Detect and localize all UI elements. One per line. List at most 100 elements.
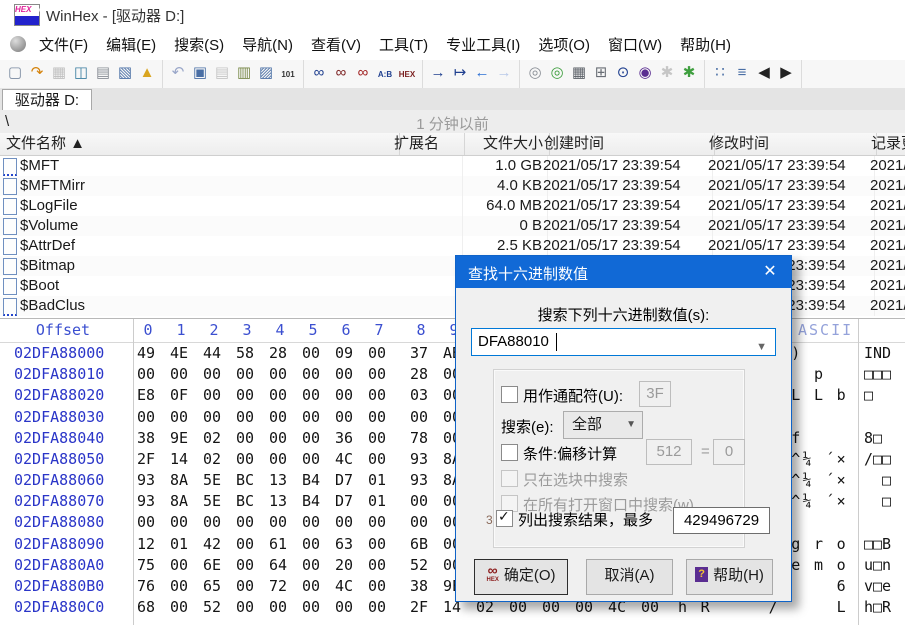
hex-byte: 00: [269, 512, 293, 533]
find-replace-icon: ∞: [336, 64, 347, 81]
open-disk-icon: ◎: [528, 64, 541, 81]
new-file-icon: ▢: [8, 64, 22, 81]
menu-item-9[interactable]: 帮助(H): [671, 28, 740, 60]
hex-byte: 00: [236, 449, 260, 470]
file-row-$MFTMirr[interactable]: $MFTMirr4.0 KB2021/05/17 23:39:542021/05…: [0, 176, 905, 196]
hex-byte: 37: [410, 343, 434, 364]
toolbar-copy-button[interactable]: ▣: [189, 62, 211, 84]
ok-button[interactable]: ∞HEX确定(O): [474, 559, 568, 595]
toolbar-clipboard-paste-button[interactable]: ▥: [233, 62, 255, 84]
hex-byte: 01: [368, 491, 392, 512]
hex-offset: 02DFA880C0: [14, 597, 104, 618]
toolbar-viewer-button[interactable]: ⊙: [612, 62, 634, 84]
toolbar-edit-properties-button[interactable]: ▧: [114, 62, 136, 84]
tab-drive-d[interactable]: 驱动器 D:: [2, 89, 92, 111]
column-header-0[interactable]: 文件名称 ▲: [0, 133, 400, 155]
condition-checkbox[interactable]: [501, 444, 518, 461]
hex-byte: D7: [335, 491, 359, 512]
toolbar-save-as-button[interactable]: ◫: [70, 62, 92, 84]
file-row-$MFT[interactable]: $MFT1.0 GB2021/05/17 23:39:542021/05/17 …: [0, 156, 905, 176]
menu-item-0[interactable]: 文件(F): [30, 28, 97, 60]
hex-byte: 14: [170, 449, 194, 470]
toolbar-find-replace-button[interactable]: ∞: [330, 62, 352, 84]
toolbar-options-button[interactable]: ✱: [678, 62, 700, 84]
hex-byte: 00: [137, 407, 161, 428]
hex-byte: 68: [137, 597, 161, 618]
menu-item-8[interactable]: 窗口(W): [599, 28, 671, 60]
toolbar-open-disk-button[interactable]: ◎: [524, 62, 546, 84]
file-cell-5: 2021/05/17 23:39:54: [865, 176, 905, 196]
ascii-start-text: IND: [864, 343, 891, 364]
toolbar-binary-copy-button[interactable]: 101: [277, 64, 299, 86]
toolbar-goto-block-button[interactable]: ↦: [449, 62, 471, 84]
menu-item-6[interactable]: 专业工具(I): [437, 28, 529, 60]
menu-item-5[interactable]: 工具(T): [370, 28, 437, 60]
toolbar-new-file-button[interactable]: ▢: [4, 62, 26, 84]
menu-item-4[interactable]: 查看(V): [302, 28, 370, 60]
dialog-title-bar[interactable]: 查找十六进制数值 ✕: [456, 256, 791, 288]
toolbar-back-button[interactable]: ←: [471, 62, 493, 84]
toolbar-open-file-button[interactable]: ↷: [26, 62, 48, 84]
snapshot-age-status: 1 分钟以前: [0, 113, 905, 134]
hex-byte: 78: [410, 428, 434, 449]
menu-item-1[interactable]: 编辑(E): [97, 28, 165, 60]
toolbar-data-recovery-button[interactable]: ◎: [546, 62, 568, 84]
toolbar-goto-offset-button[interactable]: →: [427, 62, 449, 84]
column-header-4[interactable]: 修改时间: [703, 133, 877, 155]
max-results-field[interactable]: 429496729: [673, 507, 770, 534]
toolbar-simultaneous-search-button[interactable]: ∷: [709, 62, 731, 84]
hex-offset: 02DFA88010: [14, 364, 104, 385]
search-direction-dropdown[interactable]: 全部 ▼: [563, 411, 643, 439]
hex-byte: 00: [335, 364, 359, 385]
toolbar-gallery-button[interactable]: ◉: [634, 62, 656, 84]
file-cell-2: 1.0 GB: [453, 156, 548, 176]
toolbar-calculator-button[interactable]: ⊞: [590, 62, 612, 84]
hex-byte: 00: [203, 407, 227, 428]
system-menu-icon[interactable]: [10, 36, 26, 52]
column-header-3[interactable]: 创建时间: [538, 133, 715, 155]
file-cell-2: 2.5 KB: [453, 236, 548, 256]
column-header-2[interactable]: 文件大小: [453, 133, 550, 155]
toolbar-print-button[interactable]: ▤: [92, 62, 114, 84]
menu-item-7[interactable]: 选项(O): [529, 28, 599, 60]
toolbar-hex-converter-button[interactable]: HEX: [396, 64, 418, 86]
file-row-$LogFile[interactable]: $LogFile64.0 MB2021/05/17 23:39:542021/0…: [0, 196, 905, 216]
file-row-$AttrDef[interactable]: $AttrDef2.5 KB2021/05/17 23:39:542021/05…: [0, 236, 905, 256]
toolbar-decrease-button[interactable]: ◀: [753, 62, 775, 84]
menu-item-3[interactable]: 导航(N): [233, 28, 302, 60]
ascii-start-text: □□□: [864, 364, 891, 385]
chevron-down-icon[interactable]: ▼: [756, 334, 767, 360]
wildcard-checkbox[interactable]: [501, 386, 518, 403]
cancel-button[interactable]: 取消(A): [586, 559, 673, 595]
file-cell-5: 2021/05/17 23:39:54: [865, 276, 905, 296]
toolbar-ram-editor-button[interactable]: ▦: [568, 62, 590, 84]
hex-byte: 00: [302, 364, 326, 385]
toolbar-find-hex-button[interactable]: ∞: [352, 62, 374, 84]
help-button[interactable]: ?帮助(H): [686, 559, 773, 595]
column-header-5[interactable]: 记录更新时间: [865, 133, 905, 155]
toolbar-details-view-button[interactable]: ≡: [731, 62, 753, 84]
toolbar-copy-block-button[interactable]: ▨: [255, 62, 277, 84]
hex-byte: 00: [410, 491, 434, 512]
menu-item-2[interactable]: 搜索(S): [165, 28, 233, 60]
viewer-icon: ⊙: [617, 64, 630, 81]
toolbar-increase-button[interactable]: ▶: [775, 62, 797, 84]
file-cell-4: 2021/05/17 23:39:54: [703, 236, 875, 256]
close-icon[interactable]: ✕: [757, 260, 783, 284]
file-row-$Volume[interactable]: $Volume0 B2021/05/17 23:39:542021/05/17 …: [0, 216, 905, 236]
file-cell-1: [388, 256, 463, 276]
hex-byte: 72: [269, 576, 293, 597]
hex-byte: BC: [236, 491, 260, 512]
list-results-checkbox[interactable]: [496, 510, 513, 527]
options-icon: ✱: [683, 64, 696, 81]
hex-byte: 38: [410, 576, 434, 597]
toolbar-text-converter-button[interactable]: A:B: [374, 64, 396, 86]
toolbar-find-text-button[interactable]: ∞: [308, 62, 330, 84]
file-cell-5: 2021/05/17 23:39:54: [865, 256, 905, 276]
hex-byte: 00: [236, 597, 260, 618]
hex-value-combo-input[interactable]: DFA88010 ▼: [471, 328, 776, 356]
file-icon: [3, 178, 17, 195]
toolbar-folder-up-button[interactable]: ▲: [136, 62, 158, 84]
hex-byte: 61: [269, 534, 293, 555]
hex-byte: 00: [368, 576, 392, 597]
